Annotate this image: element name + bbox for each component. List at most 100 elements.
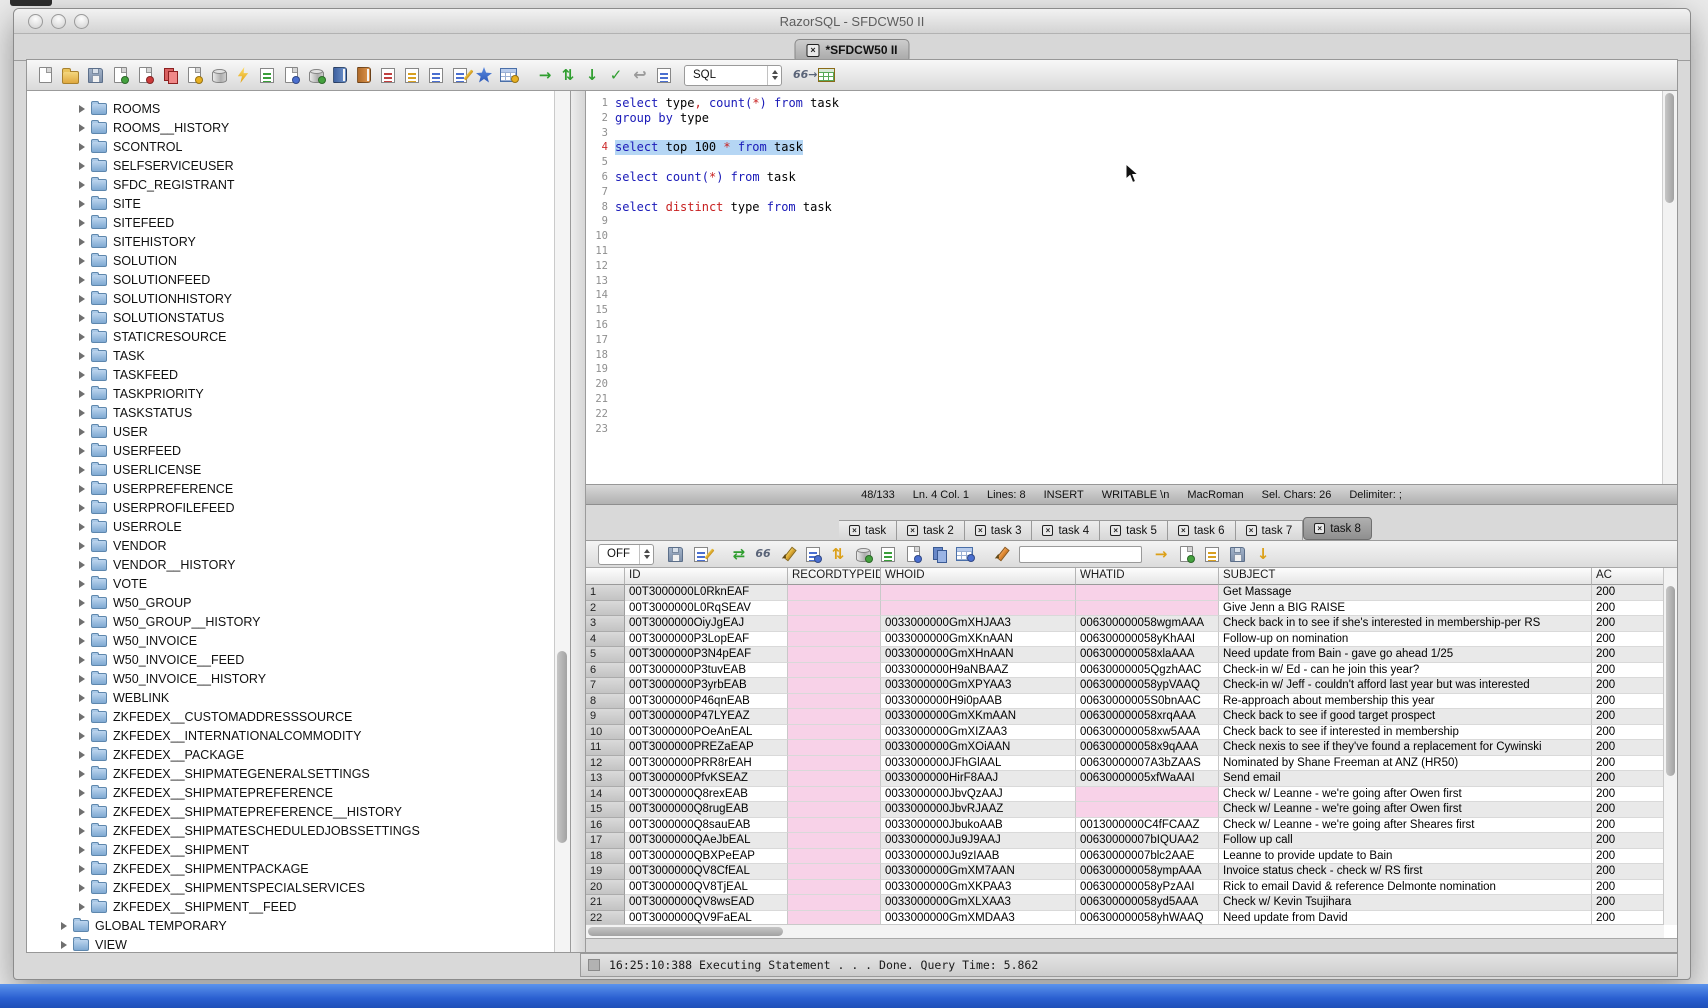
cell-subject[interactable]: Check back in to see if she's interested…	[1219, 616, 1592, 632]
editor-line[interactable]: 19	[586, 362, 1662, 377]
cell-whoid[interactable]: 0033000000GmXIZAA3	[881, 725, 1076, 741]
grid-vertical-thumb[interactable]	[1666, 586, 1675, 776]
tree-item-table[interactable]: ZKFEDEX__CUSTOMADDRESSSOURCE	[27, 707, 570, 726]
cell-id[interactable]: 00T3000000POeAnEAL	[625, 725, 788, 741]
tree-item-category[interactable]: GLOBAL TEMPORARY	[27, 916, 570, 935]
cell-whatid[interactable]: 006300000058x9qAAA	[1076, 740, 1219, 756]
close-tab-icon[interactable]: ×	[1246, 525, 1257, 536]
column-header-id[interactable]: ID	[625, 568, 788, 585]
cell-recordtypeid[interactable]	[788, 678, 881, 694]
tree-item-table[interactable]: SITEFEED	[27, 213, 570, 232]
row-number-cell[interactable]: 8	[586, 694, 625, 710]
cell-whoid[interactable]	[881, 585, 1076, 601]
sql-editor-text[interactable]: 1 select type, count(*) from task 2 grou…	[586, 91, 1662, 484]
tree-item-table[interactable]: SELFSERVICEUSER	[27, 156, 570, 175]
tree-item-table[interactable]: W50_INVOICE	[27, 631, 570, 650]
cell-subject[interactable]: Follow-up on nomination	[1219, 632, 1592, 648]
close-tab-icon[interactable]: ×	[1110, 525, 1121, 536]
grid-horizontal-scrollbar[interactable]	[586, 924, 1664, 938]
row-number-cell[interactable]: 5	[586, 647, 625, 663]
cell-activitydate[interactable]: 200	[1592, 694, 1664, 710]
cell-whatid[interactable]: 006300000058yhWAAQ	[1076, 911, 1219, 926]
editor-line[interactable]: 23	[586, 422, 1662, 437]
disclosure-triangle-icon[interactable]	[79, 143, 85, 151]
disclosure-triangle-icon[interactable]	[61, 941, 67, 949]
tree-item-table[interactable]: TASKSTATUS	[27, 403, 570, 422]
tree-item-table[interactable]: W50_GROUP__HISTORY	[27, 612, 570, 631]
row-number-cell[interactable]: 3	[586, 616, 625, 632]
disclosure-triangle-icon[interactable]	[79, 751, 85, 759]
cell-subject[interactable]: Get Massage	[1219, 585, 1592, 601]
undo-icon[interactable]: ↩	[630, 63, 650, 87]
row-number-cell[interactable]: 22	[586, 911, 625, 926]
row-number-cell[interactable]: 17	[586, 833, 625, 849]
results-tab[interactable]: × task	[839, 520, 897, 540]
disclosure-triangle-icon[interactable]	[79, 105, 85, 113]
generate-notes-icon[interactable]	[1202, 542, 1222, 566]
commit-check-icon[interactable]: ✓	[606, 63, 626, 87]
cell-id[interactable]: 00T3000000QV8wsEAD	[625, 895, 788, 911]
row-number-cell[interactable]: 11	[586, 740, 625, 756]
disclosure-triangle-icon[interactable]	[79, 314, 85, 322]
tree-item-table[interactable]: ZKFEDEX__INTERNATIONALCOMMODITY	[27, 726, 570, 745]
go-forward-icon[interactable]: →	[522, 63, 554, 87]
sql-editor[interactable]: 1 select type, count(*) from task 2 grou…	[586, 91, 1677, 484]
grid-row[interactable]: 19 00T3000000QV8CfEAL 0033000000GmXM7AAN…	[586, 864, 1664, 880]
cell-id[interactable]: 00T3000000QAeJbEAL	[625, 833, 788, 849]
editor-line[interactable]: 3	[586, 126, 1662, 141]
cell-activitydate[interactable]: 200	[1592, 740, 1664, 756]
document-tab-sfdcw50[interactable]: × *SFDCW50 II	[794, 39, 909, 60]
close-tab-icon[interactable]: ×	[975, 525, 986, 536]
cell-subject[interactable]: Need update from David	[1219, 911, 1592, 926]
cell-whoid[interactable]: 0033000000GmXHnAAN	[881, 647, 1076, 663]
row-number-cell[interactable]: 14	[586, 787, 625, 803]
find-next-icon[interactable]: →	[1151, 542, 1171, 566]
cell-id[interactable]: 00T3000000PRR8rEAH	[625, 756, 788, 772]
disclosure-triangle-icon[interactable]	[79, 257, 85, 265]
disclosure-triangle-icon[interactable]	[79, 675, 85, 683]
cell-whoid[interactable]: 0033000000GmXPYAA3	[881, 678, 1076, 694]
cell-whatid[interactable]: 006300000058yKhAAI	[1076, 632, 1219, 648]
disclosure-triangle-icon[interactable]	[79, 827, 85, 835]
cell-activitydate[interactable]: 200	[1592, 678, 1664, 694]
editor-line[interactable]: 9	[586, 214, 1662, 229]
download-icon[interactable]: ↓	[1253, 542, 1273, 566]
editor-line[interactable]: 2 group by type	[586, 111, 1662, 126]
cell-subject[interactable]: Check w/ Leanne - we're going after Owen…	[1219, 787, 1592, 803]
editor-line[interactable]: 11	[586, 244, 1662, 259]
disclosure-triangle-icon[interactable]	[79, 523, 85, 531]
disclosure-triangle-icon[interactable]	[79, 466, 85, 474]
cell-activitydate[interactable]: 200	[1592, 895, 1664, 911]
grid-row[interactable]: 21 00T3000000QV8wsEAD 0033000000GmXLXAA3…	[586, 895, 1664, 911]
column-header-whoid[interactable]: WHOID	[881, 568, 1076, 585]
disclosure-triangle-icon[interactable]	[79, 694, 85, 702]
tree-scrollbar-thumb[interactable]	[557, 651, 567, 843]
row-number-cell[interactable]: 4	[586, 632, 625, 648]
editor-line[interactable]: 12	[586, 259, 1662, 274]
cell-recordtypeid[interactable]	[788, 880, 881, 896]
disclosure-triangle-icon[interactable]	[79, 846, 85, 854]
cell-whatid[interactable]: 006300000058ympAAA	[1076, 864, 1219, 880]
title-bar[interactable]: RazorSQL - SFDCW50 II	[14, 9, 1690, 34]
cell-whoid[interactable]: 0033000000JbvQzAAJ	[881, 787, 1076, 803]
tree-item-table[interactable]: USERROLE	[27, 517, 570, 536]
row-number-cell[interactable]: 18	[586, 849, 625, 865]
grid-row[interactable]: 6 00T3000000P3tuvEAB 0033000000H9aNBAAZ …	[586, 663, 1664, 679]
disclosure-triangle-icon[interactable]	[79, 447, 85, 455]
cell-id[interactable]: 00T3000000Q8sauEAB	[625, 818, 788, 834]
close-tab-icon[interactable]: ×	[907, 525, 918, 536]
row-number-cell[interactable]: 9	[586, 709, 625, 725]
cell-subject[interactable]: Re-approach about membership this year	[1219, 694, 1592, 710]
results-tab[interactable]: × task 3	[965, 520, 1033, 540]
sort-updown-icon[interactable]: ⇅	[828, 542, 848, 566]
tree-item-table[interactable]: SOLUTIONFEED	[27, 270, 570, 289]
cell-activitydate[interactable]: 200	[1592, 756, 1664, 772]
import-file-icon[interactable]	[110, 63, 131, 87]
tree-item-table[interactable]: USER	[27, 422, 570, 441]
cell-subject[interactable]: Invoice status check - check w/ RS first	[1219, 864, 1592, 880]
cell-whatid[interactable]: 00630000007bIQUAA2	[1076, 833, 1219, 849]
column-header-ac[interactable]: AC	[1592, 568, 1664, 585]
cell-id[interactable]: 00T3000000PfvKSEAZ	[625, 771, 788, 787]
cell-subject[interactable]: Check w/ Kevin Tsujihara	[1219, 895, 1592, 911]
save-results-icon[interactable]	[665, 542, 686, 566]
